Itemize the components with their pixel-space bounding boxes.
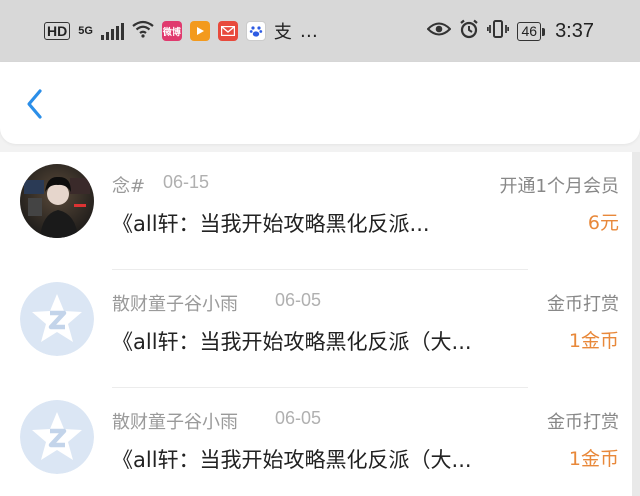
record-type: 金币打赏 (547, 294, 619, 315)
list-item[interactable]: 散财童子谷小雨 06-05 金币打赏 《all轩：当我开始攻略黑化反派（大...… (0, 270, 632, 388)
scroll-track (632, 152, 640, 496)
mail-icon (217, 21, 238, 41)
status-bar-left: HD 5G 微博 支 … (44, 18, 318, 44)
book-title: 《all轩：当我开始攻略黑化反派... (112, 212, 430, 236)
default-avatar-icon (20, 400, 94, 474)
avatar (20, 164, 94, 238)
clock-time: 3:37 (555, 19, 594, 42)
record-date: 06-15 (163, 172, 210, 192)
status-bar-right: 46 3:37 (427, 19, 594, 43)
alarm-icon (459, 19, 479, 43)
amount-value: 1金币 (568, 330, 619, 352)
signal-icon (100, 22, 124, 40)
amount-value: 1金币 (568, 448, 619, 470)
record-date: 06-05 (275, 408, 322, 428)
chevron-left-icon (27, 89, 42, 119)
user-name: 念# (112, 176, 146, 197)
baidu-icon (245, 21, 266, 41)
video-icon (189, 21, 210, 41)
amount-value: 6元 (587, 212, 619, 234)
status-bar: HD 5G 微博 支 … 46 3:37 (0, 0, 640, 62)
vibrate-icon (487, 19, 510, 43)
default-avatar-icon (20, 282, 94, 356)
list-item[interactable]: 散财童子谷小雨 06-05 金币打赏 《all轩：当我开始攻略黑化反派（大...… (0, 388, 632, 496)
page-header (0, 62, 640, 144)
eye-icon (427, 21, 452, 41)
book-title: 《all轩：当我开始攻略黑化反派（大... (112, 330, 472, 354)
record-date: 06-05 (275, 290, 322, 310)
book-title: 《all轩：当我开始攻略黑化反派（大... (112, 448, 472, 472)
record-list: 念# 06-15 开通1个月会员 《all轩：当我开始攻略黑化反派... 6元 … (0, 152, 632, 496)
back-button[interactable] (16, 84, 52, 124)
list-item[interactable]: 念# 06-15 开通1个月会员 《all轩：当我开始攻略黑化反派... 6元 (0, 152, 632, 270)
record-type: 金币打赏 (547, 412, 619, 433)
overflow-indicator: … (299, 20, 318, 42)
app-icon: 微博 (161, 21, 182, 41)
record-type: 开通1个月会员 (499, 176, 619, 197)
user-name: 散财童子谷小雨 (112, 294, 238, 315)
app-icon-label: 微博 (162, 27, 181, 38)
battery-icon: 46 (517, 21, 545, 41)
alipay-icon: 支 (273, 22, 292, 43)
user-name: 散财童子谷小雨 (112, 412, 238, 433)
wifi-icon (132, 20, 154, 42)
network-type: 5G (78, 24, 93, 37)
hd-indicator: HD (44, 22, 71, 40)
